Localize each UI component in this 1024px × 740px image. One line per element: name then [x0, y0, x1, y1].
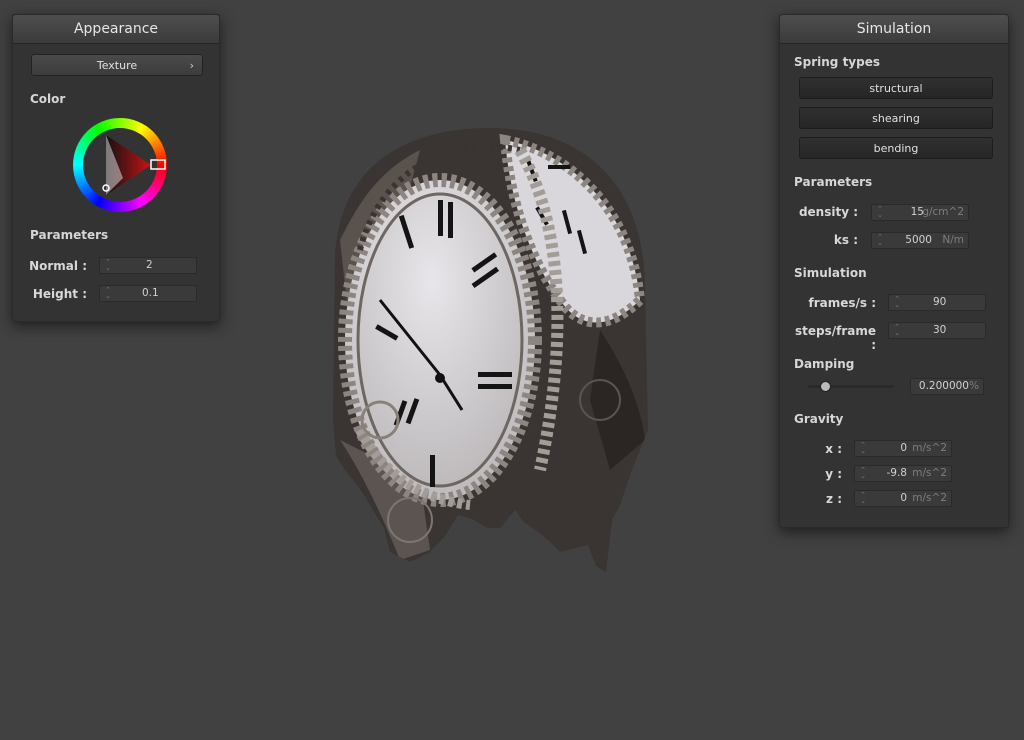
- appearance-panel: Appearance Texture › Color Parameters No…: [12, 14, 220, 322]
- ks-field[interactable]: ⌃ ⌄ 5000 N/m: [871, 232, 969, 249]
- spinner-icon[interactable]: ⌃ ⌄: [876, 206, 884, 219]
- normal-label: Normal :: [29, 259, 87, 273]
- density-unit: g/cm^2: [922, 206, 964, 218]
- color-label: Color: [30, 92, 66, 106]
- gravity-y-label: y :: [825, 467, 842, 481]
- spinner-icon[interactable]: ⌃ ⌄: [893, 296, 901, 309]
- density-label: density :: [798, 205, 858, 219]
- spinner-icon[interactable]: ⌃ ⌄: [859, 467, 867, 480]
- appearance-parameters-label: Parameters: [30, 228, 109, 242]
- gravity-z-label: z :: [826, 492, 842, 506]
- damping-slider-knob[interactable]: [820, 381, 832, 392]
- fps-field[interactable]: ⌃ ⌄ 90: [888, 294, 986, 311]
- shearing-button[interactable]: shearing: [799, 107, 993, 129]
- steps-label: steps/frame :: [794, 324, 876, 352]
- gravity-label: Gravity: [794, 412, 844, 426]
- simulation-section-label: Simulation: [794, 266, 867, 280]
- damping-label: Damping: [794, 357, 855, 371]
- height-field[interactable]: ⌃ ⌄ 0.1: [99, 285, 197, 302]
- color-wheel[interactable]: [73, 118, 167, 212]
- gravity-z-field[interactable]: ⌃ ⌄ 0 m/s^2: [854, 490, 952, 507]
- gravity-z-value: 0: [900, 492, 907, 504]
- ks-value: 5000: [905, 234, 932, 246]
- spinner-icon[interactable]: ⌃ ⌄: [859, 442, 867, 455]
- height-label: Height :: [32, 287, 87, 301]
- gravity-z-unit: m/s^2: [912, 492, 947, 504]
- fps-label: frames/s :: [808, 296, 876, 310]
- sim-parameters-label: Parameters: [794, 175, 873, 189]
- steps-value: 30: [933, 324, 947, 336]
- texture-button-label: Texture: [96, 59, 138, 72]
- cloth-mesh: [333, 128, 648, 572]
- spring-types-label: Spring types: [794, 55, 881, 69]
- gravity-y-value: -9.8: [886, 467, 908, 479]
- simulation-panel: Simulation Spring types structural shear…: [779, 14, 1009, 528]
- damping-slider[interactable]: [808, 381, 894, 392]
- gravity-x-value: 0: [900, 442, 907, 454]
- gravity-x-field[interactable]: ⌃ ⌄ 0 m/s^2: [854, 440, 952, 457]
- fps-value: 90: [933, 296, 947, 308]
- damping-field[interactable]: 0.200000 %: [910, 378, 984, 395]
- ks-label: ks :: [833, 233, 858, 247]
- structural-button[interactable]: structural: [799, 77, 993, 99]
- spinner-icon[interactable]: ⌃ ⌄: [104, 259, 112, 272]
- spinner-icon[interactable]: ⌃ ⌄: [876, 234, 884, 247]
- bending-button[interactable]: bending: [799, 137, 993, 159]
- steps-field[interactable]: ⌃ ⌄ 30: [888, 322, 986, 339]
- height-value: 0.1: [142, 287, 159, 299]
- chevron-right-icon: ›: [189, 59, 194, 72]
- gravity-x-label: x :: [825, 442, 842, 456]
- density-field[interactable]: ⌃ ⌄ 15 g/cm^2: [871, 204, 969, 221]
- spinner-icon[interactable]: ⌃ ⌄: [104, 287, 112, 300]
- damping-value: 0.200000: [918, 380, 969, 392]
- ks-unit: N/m: [942, 234, 964, 246]
- damping-unit: %: [969, 380, 979, 392]
- spinner-icon[interactable]: ⌃ ⌄: [893, 324, 901, 337]
- gravity-y-unit: m/s^2: [912, 467, 947, 479]
- gravity-x-unit: m/s^2: [912, 442, 947, 454]
- normal-field[interactable]: ⌃ ⌄ 2: [99, 257, 197, 274]
- normal-value: 2: [146, 259, 153, 271]
- gravity-y-field[interactable]: ⌃ ⌄ -9.8 m/s^2: [854, 465, 952, 482]
- simulation-title[interactable]: Simulation: [780, 15, 1008, 44]
- color-triangle[interactable]: [73, 118, 167, 212]
- texture-button[interactable]: Texture ›: [31, 54, 203, 76]
- appearance-title[interactable]: Appearance: [13, 15, 219, 44]
- spinner-icon[interactable]: ⌃ ⌄: [859, 492, 867, 505]
